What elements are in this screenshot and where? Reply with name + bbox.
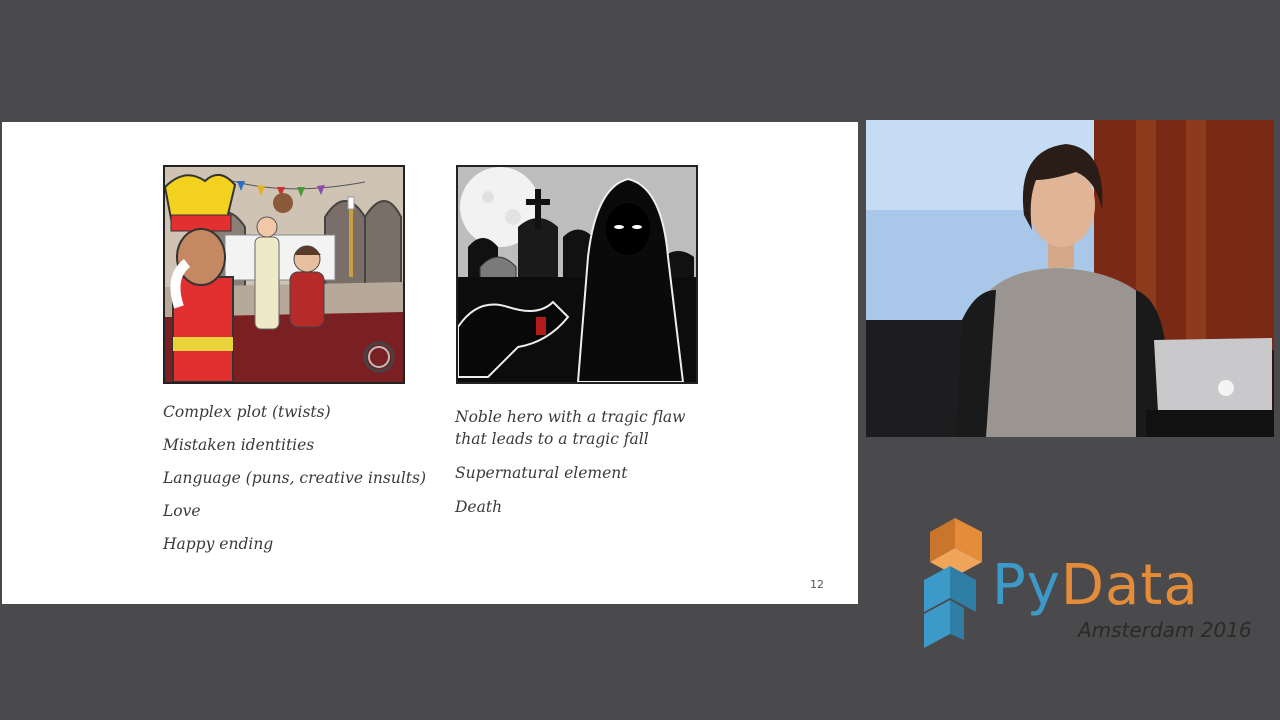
presentation-slide: Complex plot (twists) Mistaken identitie… [2, 122, 858, 604]
comedy-traits-list: Complex plot (twists) Mistaken identitie… [163, 403, 433, 568]
list-item: Supernatural element [455, 464, 628, 482]
pydata-cube-icon [924, 518, 982, 648]
comedy-illustration [163, 165, 405, 384]
logo-data-text: Data [1060, 553, 1199, 618]
pydata-logo: PyData Amsterdam 2016 [920, 518, 1260, 658]
logo-subtitle: Amsterdam 2016 [1078, 618, 1252, 642]
logo-py-text: Py [992, 553, 1061, 618]
tragedy-traits-list: Noble hero with a tragic flaw that leads… [455, 406, 715, 530]
list-item: Complex plot (twists) [163, 403, 331, 421]
tragedy-illustration [456, 165, 698, 384]
list-item: Language (puns, creative insults) [163, 469, 427, 487]
list-item: Happy ending [163, 535, 274, 553]
list-item: Noble hero with a tragic flaw that leads… [455, 408, 686, 448]
pydata-wordmark: PyData [992, 554, 1199, 618]
slide-page-number: 12 [810, 578, 824, 591]
list-item: Love [163, 502, 201, 520]
speaker-video [866, 120, 1274, 437]
list-item: Death [455, 498, 503, 516]
list-item: Mistaken identities [163, 436, 315, 454]
